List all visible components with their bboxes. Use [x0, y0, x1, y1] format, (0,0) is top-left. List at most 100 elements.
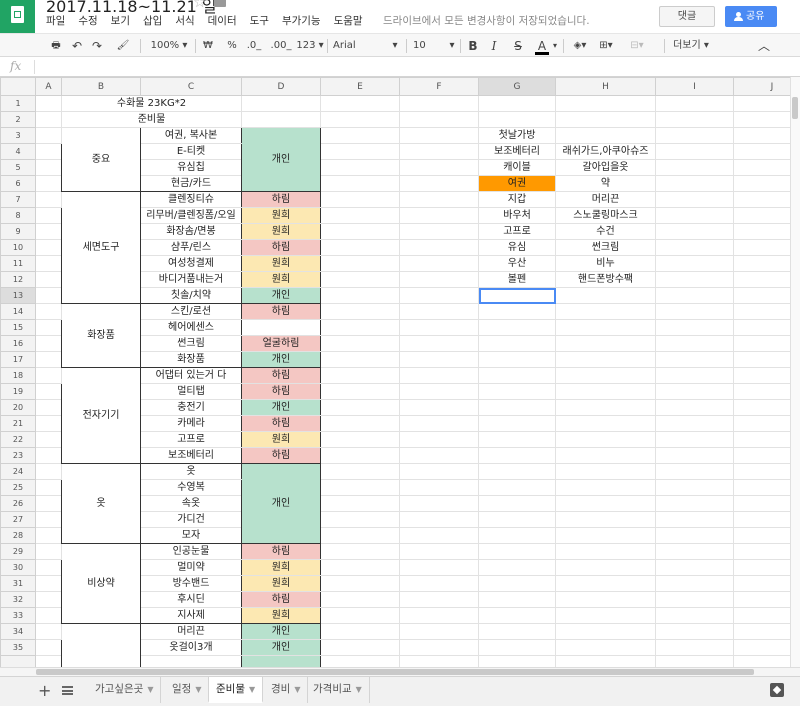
- cell[interactable]: [399, 495, 479, 512]
- row-header[interactable]: 29: [0, 543, 36, 560]
- vertical-scrollbar[interactable]: [790, 77, 800, 667]
- cell[interactable]: [478, 383, 556, 400]
- text-color-arrow[interactable]: ▾: [551, 38, 559, 54]
- cell[interactable]: [478, 543, 556, 560]
- cell-b-category-electronics[interactable]: 전자기기: [61, 367, 141, 464]
- cell-c4[interactable]: E-티켓: [140, 143, 242, 160]
- cell-d31[interactable]: 원희: [241, 575, 321, 592]
- cell-h7[interactable]: 머리끈: [555, 191, 656, 208]
- cell[interactable]: [555, 303, 656, 320]
- cell[interactable]: [733, 559, 790, 576]
- cell[interactable]: [320, 591, 400, 608]
- cell[interactable]: [320, 431, 400, 448]
- cell[interactable]: [320, 623, 400, 640]
- cell[interactable]: [655, 543, 734, 560]
- cell[interactable]: [555, 367, 656, 384]
- cell-b-category-misc[interactable]: [61, 623, 141, 667]
- cell[interactable]: [655, 351, 734, 368]
- row-header[interactable]: 32: [0, 591, 36, 608]
- share-button[interactable]: 공유: [725, 6, 777, 27]
- row-header[interactable]: 20: [0, 399, 36, 416]
- cell[interactable]: [320, 207, 400, 224]
- cell[interactable]: [320, 447, 400, 464]
- cell-c13[interactable]: 칫솔/치약: [140, 287, 242, 304]
- cell-d9[interactable]: 원희: [241, 223, 321, 240]
- cell[interactable]: [35, 191, 62, 208]
- cell[interactable]: [733, 447, 790, 464]
- cell[interactable]: [733, 511, 790, 528]
- cell[interactable]: [320, 271, 400, 288]
- cell[interactable]: [733, 495, 790, 512]
- cell[interactable]: [399, 95, 479, 112]
- cell[interactable]: [555, 335, 656, 352]
- cell[interactable]: [35, 607, 62, 624]
- cell[interactable]: [241, 655, 321, 667]
- comment-button[interactable]: 댓글: [659, 6, 715, 27]
- cell[interactable]: [733, 255, 790, 272]
- folder-icon[interactable]: [214, 0, 226, 7]
- cell[interactable]: [35, 207, 62, 224]
- zoom-select[interactable]: 100% ▾: [148, 38, 190, 54]
- cell[interactable]: [733, 591, 790, 608]
- row-header[interactable]: 4: [0, 143, 36, 160]
- bold-button[interactable]: B: [467, 38, 479, 54]
- cell[interactable]: [320, 335, 400, 352]
- cell[interactable]: [399, 159, 479, 176]
- cell-h5[interactable]: 갈아입을옷: [555, 159, 656, 176]
- cell-d33[interactable]: 원희: [241, 607, 321, 624]
- row-header[interactable]: 28: [0, 527, 36, 544]
- cell[interactable]: [733, 655, 790, 667]
- cell-h11[interactable]: 비누: [555, 255, 656, 272]
- cell[interactable]: [555, 575, 656, 592]
- cell-d18[interactable]: 하림: [241, 367, 321, 384]
- column-header-e[interactable]: E: [320, 77, 400, 96]
- cell[interactable]: [241, 111, 321, 128]
- cell[interactable]: [35, 143, 62, 160]
- row-header[interactable]: 24: [0, 463, 36, 480]
- cell[interactable]: [655, 319, 734, 336]
- cell[interactable]: [320, 191, 400, 208]
- menu-format[interactable]: 서식: [175, 13, 194, 27]
- cell[interactable]: [655, 495, 734, 512]
- cell-d22[interactable]: 원희: [241, 431, 321, 448]
- cell-c20[interactable]: 충전기: [140, 399, 242, 416]
- cell-d16[interactable]: 얼굴하림: [241, 335, 321, 352]
- cell-c24[interactable]: 옷: [140, 463, 242, 480]
- cell[interactable]: [399, 191, 479, 208]
- cell[interactable]: [320, 415, 400, 432]
- cell[interactable]: [733, 287, 790, 304]
- collapse-toolbar-icon[interactable]: ︿: [757, 38, 771, 54]
- cell-c33[interactable]: 지사제: [140, 607, 242, 624]
- cell[interactable]: [35, 175, 62, 192]
- cell[interactable]: [35, 287, 62, 304]
- cell[interactable]: [733, 399, 790, 416]
- cell[interactable]: [478, 639, 556, 656]
- menu-view[interactable]: 보기: [111, 13, 130, 27]
- cell[interactable]: [478, 607, 556, 624]
- cell[interactable]: [733, 335, 790, 352]
- cell[interactable]: [320, 159, 400, 176]
- column-header-j[interactable]: J: [733, 77, 790, 96]
- cell-c26[interactable]: 속옷: [140, 495, 242, 512]
- cell[interactable]: [35, 319, 62, 336]
- cell-c10[interactable]: 샴푸/린스: [140, 239, 242, 256]
- cell[interactable]: [399, 527, 479, 544]
- cell[interactable]: [655, 447, 734, 464]
- cell-h6[interactable]: 약: [555, 175, 656, 192]
- row-header[interactable]: [0, 655, 36, 667]
- row-header[interactable]: 13: [0, 287, 36, 304]
- menu-data[interactable]: 데이터: [208, 13, 237, 27]
- cell[interactable]: [733, 383, 790, 400]
- cell[interactable]: [655, 383, 734, 400]
- cell[interactable]: [555, 127, 656, 144]
- cell[interactable]: [478, 303, 556, 320]
- cell-d-owner[interactable]: 개인: [241, 127, 321, 192]
- cell[interactable]: [35, 271, 62, 288]
- cell[interactable]: [655, 591, 734, 608]
- cell[interactable]: [478, 399, 556, 416]
- column-header-i[interactable]: I: [655, 77, 734, 96]
- menu-tools[interactable]: 도구: [250, 13, 269, 27]
- cell[interactable]: [655, 255, 734, 272]
- tab-sheet-5[interactable]: 가격비교 ▼: [306, 677, 370, 703]
- more-formats-select[interactable]: 123 ▾: [295, 38, 325, 54]
